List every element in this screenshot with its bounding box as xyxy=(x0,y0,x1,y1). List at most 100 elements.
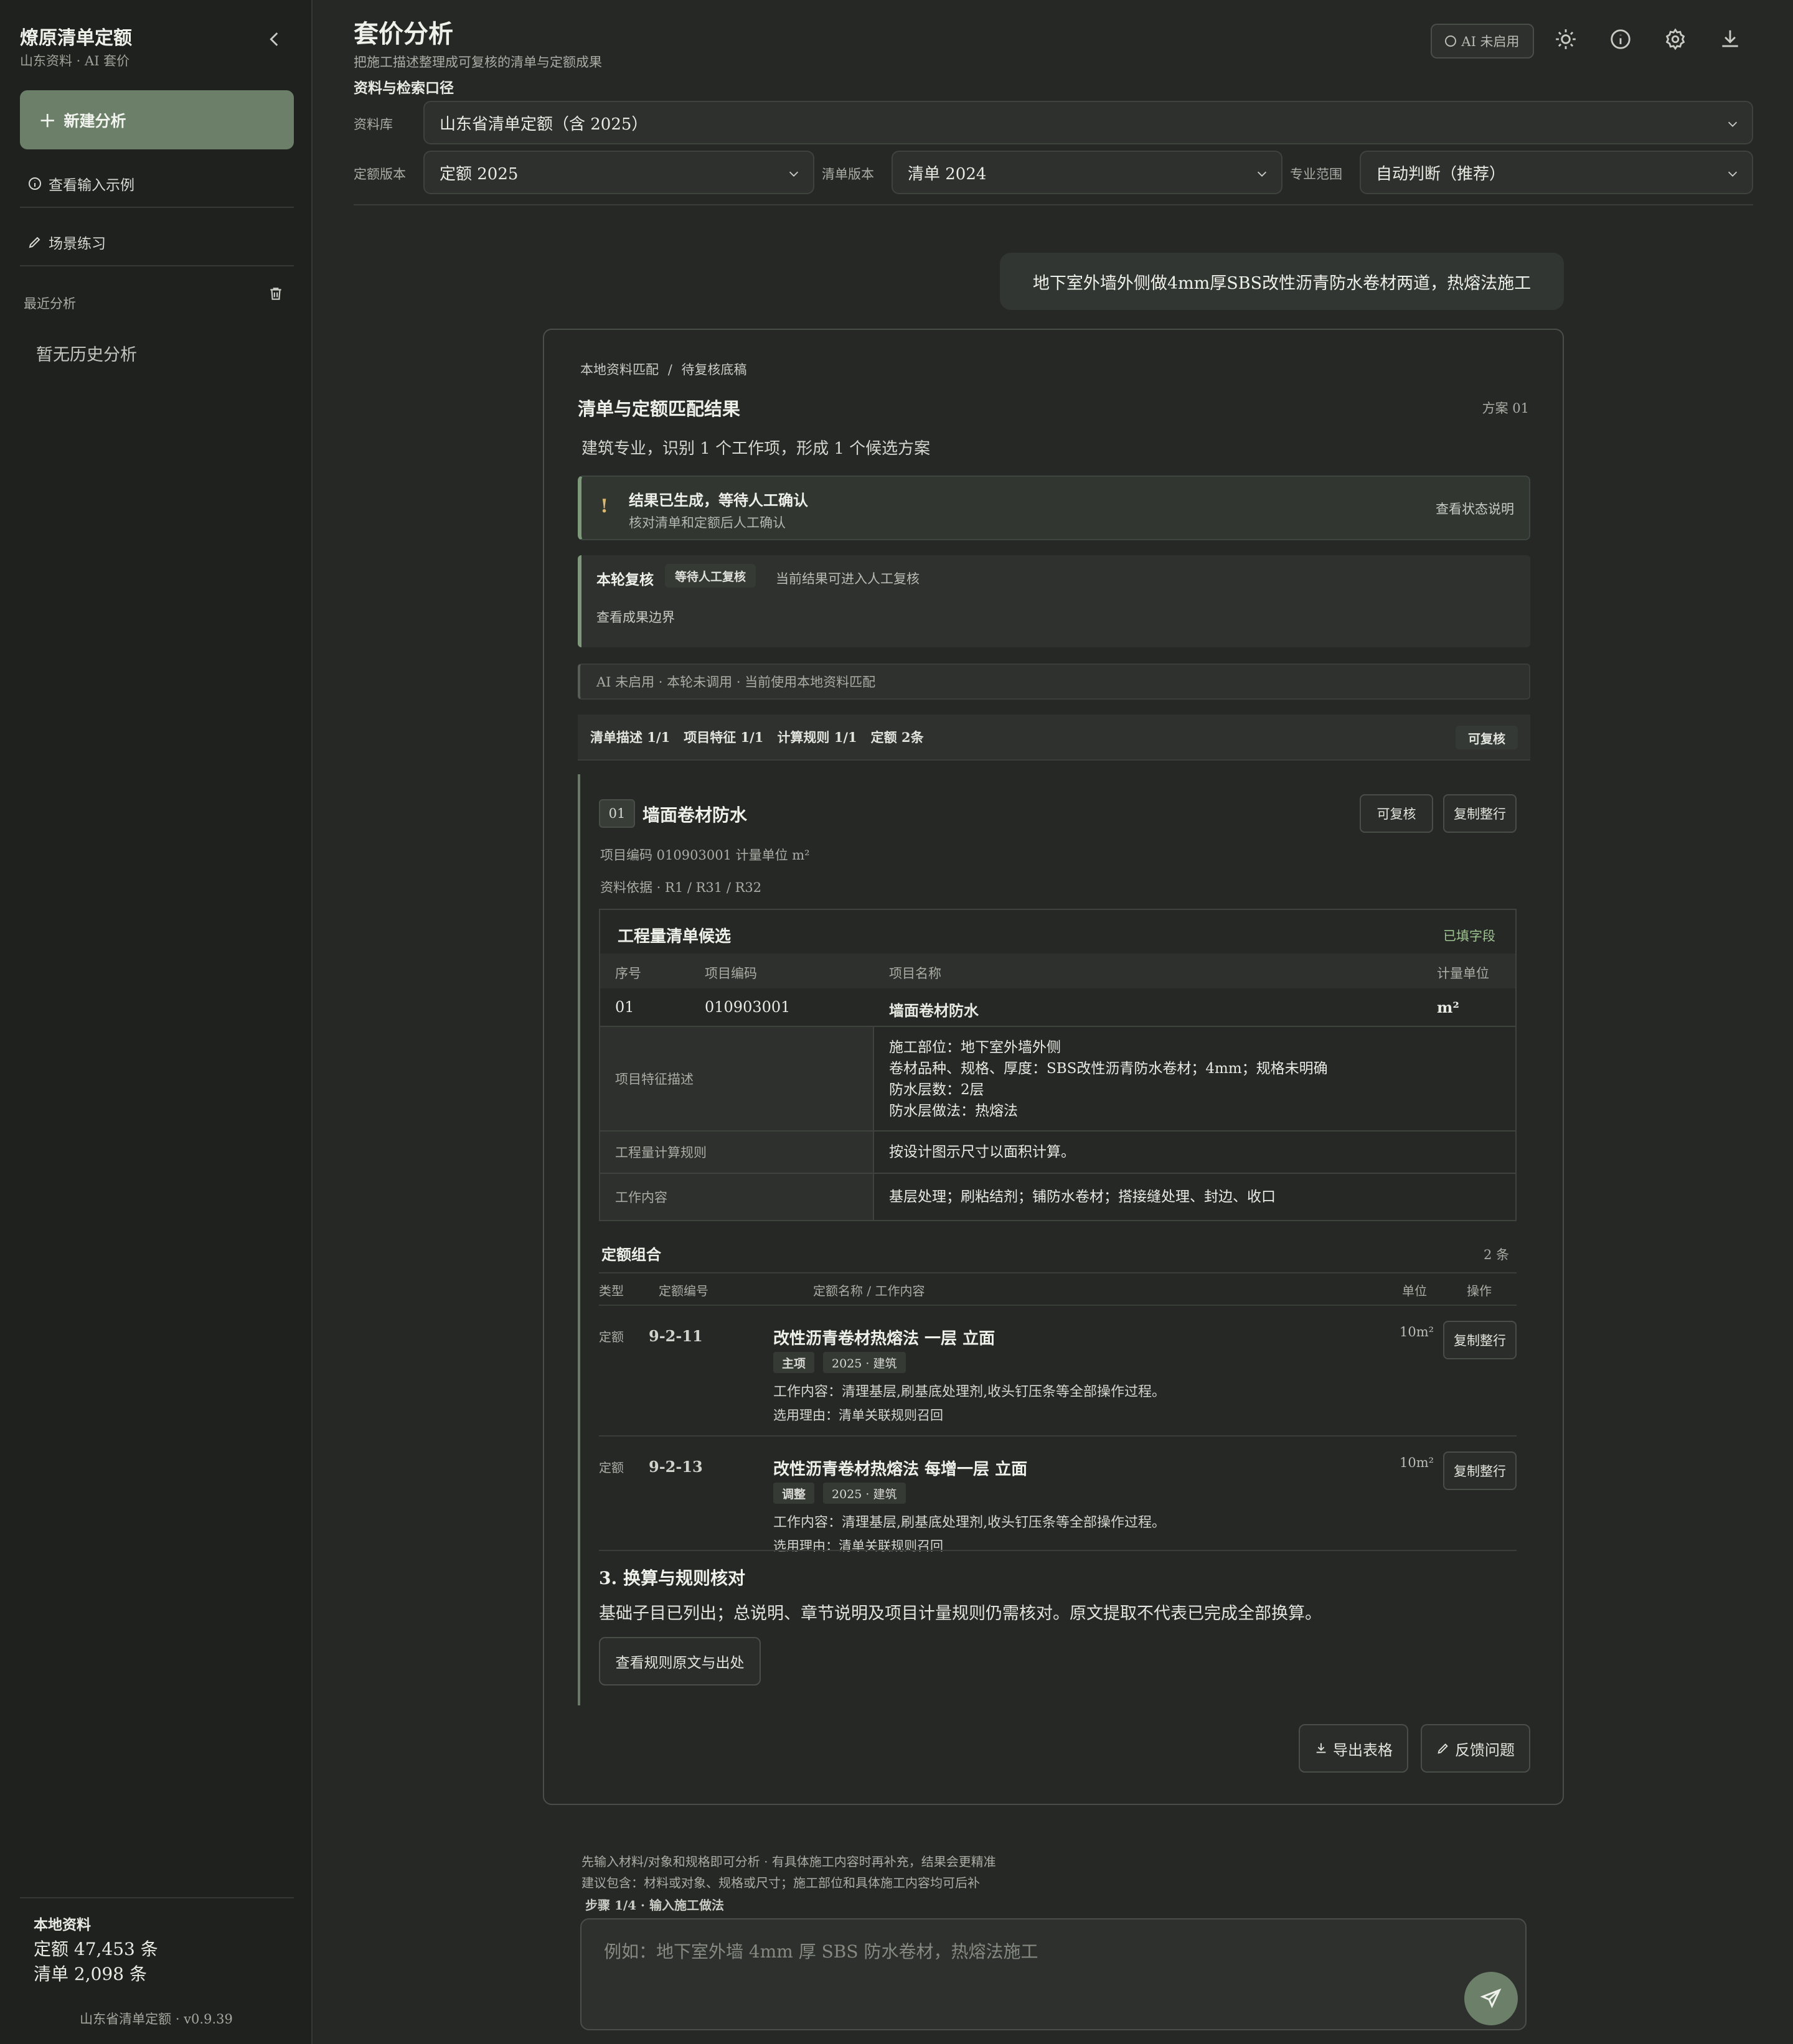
ai-status-badge[interactable]: AI 未启用 xyxy=(1431,24,1534,59)
rule-row: 工程量计算规则 按设计图示尺寸以面积计算。 xyxy=(600,1132,1515,1174)
work-content-row: 工作内容 基层处理；刷粘结剂；铺防水卷材；搭接缝处理、封边、收口 xyxy=(600,1174,1515,1220)
bill-version-label: 清单版本 xyxy=(822,167,874,182)
quota-version-select[interactable]: 定额 2025 xyxy=(423,151,814,194)
export-table-button[interactable]: 导出表格 xyxy=(1299,1724,1408,1773)
divider xyxy=(20,1897,294,1898)
result-summary: 建筑专业，识别 1 个工作项，形成 1 个候选方案 xyxy=(581,439,931,458)
view-examples-label: 查看输入示例 xyxy=(49,177,134,194)
alert-title: 结果已生成，等待人工确认 xyxy=(629,491,808,509)
new-analysis-label: 新建分析 xyxy=(64,111,126,130)
review-panel: 本轮复核 等待人工复核 当前结果可进入人工复核 查看成果边界 xyxy=(578,555,1530,647)
column-header: 序号 xyxy=(615,966,641,981)
quota-tags: 主项 2025 · 建筑 xyxy=(773,1352,906,1373)
feature-line: 卷材品种、规格、厚度：SBS改性沥青防水卷材；4mm；规格未明确 xyxy=(889,1061,1328,1077)
download-icon xyxy=(1316,1743,1326,1753)
sun-icon[interactable] xyxy=(1554,27,1578,51)
ai-note: AI 未启用 · 本轮未调用 · 当前使用本地资料匹配 xyxy=(578,663,1530,700)
reviewable-button[interactable]: 可复核 xyxy=(1360,794,1433,833)
bill-version-value: 清单 2024 xyxy=(908,164,987,184)
scenario-practice-link[interactable]: 场景练习 xyxy=(27,232,106,253)
info-icon[interactable] xyxy=(1609,27,1632,51)
table-header: 序号 项目编码 项目名称 计量单位 xyxy=(600,954,1515,988)
new-analysis-button[interactable]: + 新建分析 xyxy=(20,90,294,149)
quota-tag: 主项 xyxy=(773,1352,815,1373)
construction-input[interactable] xyxy=(604,1938,1413,1988)
quota-unit: 10m² xyxy=(1400,1324,1434,1339)
result-boundary-link[interactable]: 查看成果边界 xyxy=(596,607,675,626)
divider xyxy=(20,207,294,208)
export-label: 导出表格 xyxy=(1333,1741,1393,1759)
feedback-label: 反馈问题 xyxy=(1455,1741,1515,1759)
quota-count: 定额 47,453 条 xyxy=(34,1939,158,1959)
breadcrumb: 本地资料匹配 / 待复核底稿 xyxy=(580,360,746,378)
view-examples-link[interactable]: 查看输入示例 xyxy=(27,173,134,194)
plan-label: 方案 01 xyxy=(1482,401,1529,416)
quota-count-label: 2 条 xyxy=(1483,1247,1509,1262)
gear-icon[interactable] xyxy=(1664,27,1687,51)
quota-type: 定额 xyxy=(599,1460,624,1475)
quota-name: 改性沥青卷材热熔法 每增一层 立面 xyxy=(773,1460,1028,1479)
chevron-down-icon xyxy=(789,171,799,177)
breadcrumb-item: 本地资料匹配 xyxy=(580,362,659,377)
library-select[interactable]: 山东省清单定额（含 2025） xyxy=(423,101,1753,144)
status-dot-icon xyxy=(1445,35,1457,47)
feature-line: 防水层做法：热熔法 xyxy=(889,1103,1018,1119)
divider xyxy=(599,1272,1517,1273)
breadcrumb-separator: / xyxy=(667,362,672,377)
work-item: 01 墙面卷材防水 可复核 复制整行 项目编码 010903001 计量单位 m… xyxy=(578,774,1530,1705)
column-header: 项目编码 xyxy=(705,966,757,981)
table-cell: 010903001 xyxy=(705,998,791,1016)
column-header: 定额编号 xyxy=(659,1283,708,1298)
item-basis-meta: 资料依据 · R1 / R31 / R32 xyxy=(600,880,762,895)
quota-version-label: 定额版本 xyxy=(354,167,406,182)
scenario-practice-label: 场景练习 xyxy=(49,236,106,252)
user-message: 地下室外墙外侧做4mm厚SBS改性沥青防水卷材两道，热熔法施工 xyxy=(1000,253,1564,310)
feature-label: 项目特征描述 xyxy=(600,1027,874,1130)
library-value: 山东省清单定额（含 2025） xyxy=(440,115,648,134)
warning-icon: ! xyxy=(600,495,609,517)
plus-icon: + xyxy=(39,107,57,133)
page-title: 套价分析 xyxy=(354,19,453,49)
send-button[interactable] xyxy=(1464,1972,1518,2025)
feature-row: 项目特征描述 施工部位：地下室外墙外侧 卷材品种、规格、厚度：SBS改性沥青防水… xyxy=(600,1027,1515,1132)
breadcrumb-item: 待复核底稿 xyxy=(681,362,747,377)
scope-label: 专业范围 xyxy=(1290,167,1342,182)
divider xyxy=(20,265,294,266)
chevron-down-icon xyxy=(1728,171,1738,177)
divider xyxy=(599,1435,1517,1437)
column-header: 类型 xyxy=(599,1283,624,1298)
scope-select[interactable]: 自动判断（推荐） xyxy=(1360,151,1753,194)
stat-item: 定额 2条 xyxy=(870,729,924,745)
column-header: 单位 xyxy=(1402,1283,1427,1298)
quota-work-content: 工作内容：清理基层,刷基底处理剂,收头钉压条等全部操作过程。 xyxy=(773,1515,1165,1531)
copy-row-button[interactable]: 复制整行 xyxy=(1443,1451,1517,1490)
view-rules-button[interactable]: 查看规则原文与出处 xyxy=(599,1637,761,1685)
copy-row-button[interactable]: 复制整行 xyxy=(1443,794,1517,833)
table-cell: m² xyxy=(1437,998,1459,1016)
step-indicator: 步骤 1/4 · 输入施工做法 xyxy=(585,1898,724,1913)
feedback-button[interactable]: 反馈问题 xyxy=(1421,1724,1530,1773)
copy-row-button[interactable]: 复制整行 xyxy=(1443,1321,1517,1359)
conversion-title: 3. 换算与规则核对 xyxy=(599,1568,745,1588)
review-status-badge: 等待人工复核 xyxy=(665,564,756,588)
quota-row: 定额 9-2-13 改性沥青卷材热熔法 每增一层 立面 调整 2025 · 建筑… xyxy=(599,1451,1517,1554)
column-header: 操作 xyxy=(1467,1283,1492,1298)
review-title: 本轮复核 xyxy=(596,571,654,588)
rule-label: 工程量计算规则 xyxy=(600,1132,874,1173)
download-icon[interactable] xyxy=(1718,27,1742,51)
conversion-text: 基础子目已列出；总说明、章节说明及项目计量规则仍需核对。原文提取不代表已完成全部… xyxy=(599,1604,1322,1623)
page-subtitle: 把施工描述整理成可复核的清单与定额成果 xyxy=(354,55,602,70)
divider xyxy=(599,1305,1517,1306)
quota-tag: 调整 xyxy=(773,1483,815,1504)
filled-fields-label: 已填字段 xyxy=(1443,929,1495,944)
send-icon xyxy=(1480,1988,1502,2009)
trash-icon[interactable] xyxy=(268,285,284,302)
status-explain-link[interactable]: 查看状态说明 xyxy=(1436,499,1514,518)
chevron-left-icon[interactable] xyxy=(264,29,285,50)
alert-description: 核对清单和定额后人工确认 xyxy=(629,515,786,530)
work-content-label: 工作内容 xyxy=(600,1174,874,1220)
bill-version-select[interactable]: 清单 2024 xyxy=(892,151,1282,194)
stat-item: 清单描述 1/1 xyxy=(590,729,671,745)
local-data-title: 本地资料 xyxy=(34,1916,91,1933)
filters-section-label: 资料与检索口径 xyxy=(354,80,454,96)
